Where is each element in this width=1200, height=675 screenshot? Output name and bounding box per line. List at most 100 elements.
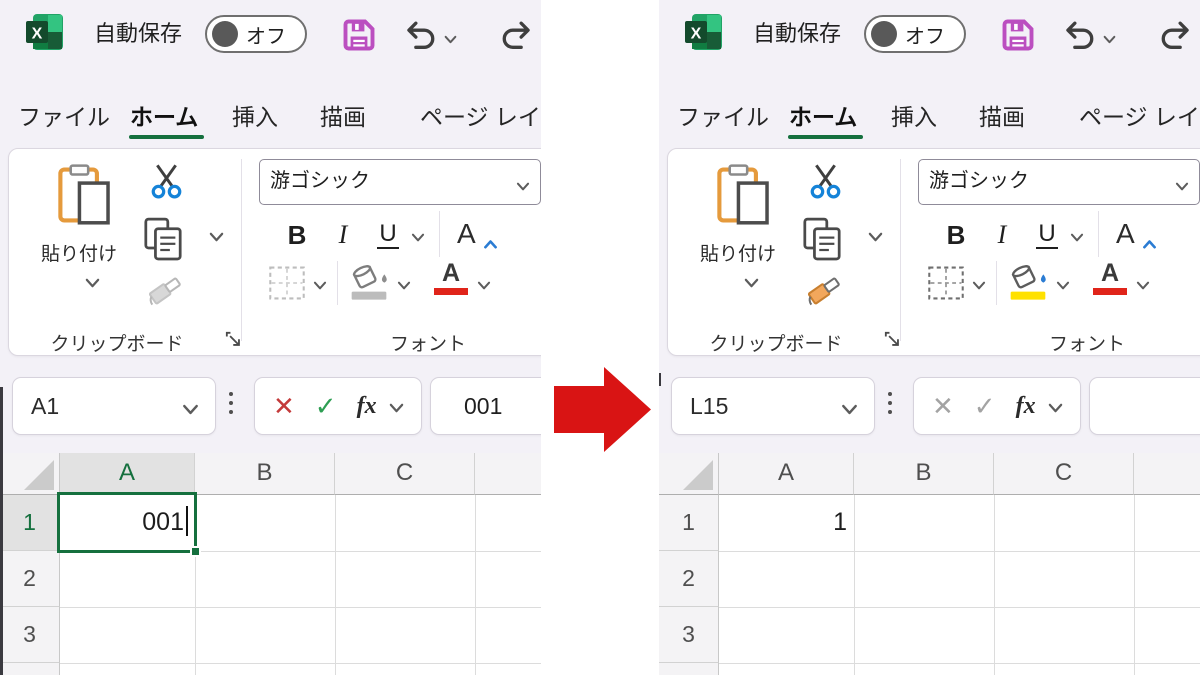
autosave-toggle[interactable]: オフ bbox=[205, 15, 307, 53]
tab-home[interactable]: ホーム bbox=[789, 96, 857, 138]
insert-function-button[interactable]: fx bbox=[1016, 393, 1036, 420]
font-color-dropdown-chevron-icon[interactable] bbox=[1136, 277, 1150, 295]
clipboard-dialog-launcher-icon[interactable] bbox=[225, 331, 242, 353]
font-name-select[interactable]: 游ゴシック bbox=[259, 159, 541, 205]
gridline bbox=[1134, 495, 1135, 675]
italic-button[interactable]: I bbox=[982, 213, 1022, 257]
italic-button[interactable]: I bbox=[323, 213, 363, 257]
fill-color-button[interactable] bbox=[347, 261, 391, 306]
cancel-button[interactable]: ✕ bbox=[273, 391, 295, 422]
enter-button[interactable]: ✓ bbox=[315, 391, 337, 422]
tab-page-layout[interactable]: ページ レイアウト bbox=[1079, 96, 1200, 138]
fill-color-dropdown-chevron-icon[interactable] bbox=[397, 277, 411, 295]
row-header-2[interactable]: 2 bbox=[659, 551, 719, 607]
underline-button[interactable]: U bbox=[365, 213, 411, 257]
name-box[interactable]: A1 bbox=[12, 377, 216, 435]
grow-font-letter: A bbox=[457, 218, 476, 249]
bold-button[interactable]: B bbox=[275, 213, 319, 257]
name-box[interactable]: L15 bbox=[671, 377, 875, 435]
svg-text:X: X bbox=[691, 26, 702, 43]
select-all-corner[interactable] bbox=[659, 453, 719, 495]
tab-file[interactable]: ファイル bbox=[677, 96, 769, 138]
borders-dropdown-chevron-icon[interactable] bbox=[313, 277, 327, 295]
row-header-3[interactable]: 3 bbox=[0, 607, 60, 663]
column-header-a[interactable]: A bbox=[719, 453, 854, 495]
toggle-knob-icon bbox=[212, 21, 238, 47]
bold-button[interactable]: B bbox=[934, 213, 978, 257]
insert-function-button[interactable]: fx bbox=[357, 393, 377, 420]
fill-color-dropdown-chevron-icon[interactable] bbox=[1056, 277, 1070, 295]
formula-bar-input[interactable] bbox=[1089, 377, 1200, 435]
tab-draw[interactable]: 描画 bbox=[979, 96, 1025, 138]
select-all-corner[interactable] bbox=[0, 453, 60, 495]
row-header-3[interactable]: 3 bbox=[659, 607, 719, 663]
formula-bar-splitter-icon[interactable] bbox=[888, 392, 892, 414]
enter-button[interactable]: ✓ bbox=[974, 391, 996, 422]
cut-button[interactable] bbox=[151, 163, 182, 205]
row-header-1[interactable]: 1 bbox=[0, 495, 60, 551]
copy-button[interactable] bbox=[143, 217, 183, 266]
row-header-2[interactable]: 2 bbox=[0, 551, 60, 607]
redo-button[interactable] bbox=[499, 17, 535, 53]
underline-dropdown-chevron-icon[interactable] bbox=[1070, 229, 1084, 247]
font-color-button[interactable]: A bbox=[1088, 259, 1132, 303]
tab-insert[interactable]: 挿入 bbox=[232, 96, 278, 138]
tab-draw[interactable]: 描画 bbox=[320, 96, 366, 138]
grow-font-button[interactable]: A bbox=[1110, 211, 1162, 257]
format-painter-button[interactable] bbox=[804, 269, 851, 312]
formula-bar-input[interactable]: 001 bbox=[430, 377, 541, 435]
borders-dropdown-chevron-icon[interactable] bbox=[972, 277, 986, 295]
undo-dropdown-chevron-icon[interactable] bbox=[1103, 31, 1116, 49]
column-header-b[interactable]: B bbox=[854, 453, 994, 495]
save-button[interactable] bbox=[341, 16, 377, 54]
paste-dropdown-chevron-icon[interactable] bbox=[744, 275, 759, 293]
undo-button[interactable] bbox=[1061, 17, 1097, 53]
underline-dropdown-chevron-icon[interactable] bbox=[411, 229, 425, 247]
fill-handle[interactable] bbox=[190, 546, 201, 557]
undo-button[interactable] bbox=[402, 17, 438, 53]
redo-button[interactable] bbox=[1158, 17, 1194, 53]
column-header-b[interactable]: B bbox=[195, 453, 335, 495]
tab-insert[interactable]: 挿入 bbox=[891, 96, 937, 138]
grow-font-button[interactable]: A bbox=[451, 211, 503, 257]
cell-a1[interactable]: 1 bbox=[719, 495, 854, 551]
borders-button[interactable] bbox=[926, 265, 966, 306]
format-painter-button[interactable] bbox=[145, 269, 192, 312]
tab-page-layout[interactable]: ページ レイアウト bbox=[420, 96, 541, 138]
column-header-c[interactable]: C bbox=[335, 453, 475, 495]
column-header-d-clipped[interactable] bbox=[475, 453, 541, 495]
function-chevron-icon[interactable] bbox=[1048, 400, 1063, 418]
font-name-select[interactable]: 游ゴシック bbox=[918, 159, 1200, 205]
font-color-dropdown-chevron-icon[interactable] bbox=[477, 277, 491, 295]
row-header-1[interactable]: 1 bbox=[659, 495, 719, 551]
fill-color-button[interactable] bbox=[1006, 261, 1050, 306]
redo-icon bbox=[1158, 17, 1194, 53]
tab-file[interactable]: ファイル bbox=[18, 96, 110, 138]
formula-bar-splitter-icon[interactable] bbox=[229, 392, 233, 414]
save-icon bbox=[1000, 16, 1036, 54]
clipboard-dialog-launcher-icon[interactable] bbox=[884, 331, 901, 353]
paste-button[interactable] bbox=[58, 162, 112, 233]
borders-button[interactable] bbox=[267, 265, 307, 306]
copy-dropdown-chevron-icon[interactable] bbox=[209, 229, 224, 247]
copy-dropdown-chevron-icon[interactable] bbox=[868, 229, 883, 247]
column-header-d-clipped[interactable] bbox=[1134, 453, 1200, 495]
function-chevron-icon[interactable] bbox=[389, 400, 404, 418]
tab-home[interactable]: ホーム bbox=[130, 96, 198, 138]
cancel-button[interactable]: ✕ bbox=[932, 391, 954, 422]
font-color-button[interactable]: A bbox=[429, 259, 473, 303]
copy-button[interactable] bbox=[802, 217, 842, 266]
worksheet-grid: A B C 1 2 3 4 1 bbox=[659, 453, 1200, 675]
paste-dropdown-chevron-icon[interactable] bbox=[85, 275, 100, 293]
autosave-toggle[interactable]: オフ bbox=[864, 15, 966, 53]
column-header-c[interactable]: C bbox=[994, 453, 1134, 495]
column-header-a[interactable]: A bbox=[60, 453, 195, 495]
row-header-4[interactable]: 4 bbox=[0, 663, 60, 675]
paste-button[interactable] bbox=[717, 162, 771, 233]
row-header-4[interactable]: 4 bbox=[659, 663, 719, 675]
undo-dropdown-chevron-icon[interactable] bbox=[444, 31, 457, 49]
svg-text:X: X bbox=[32, 26, 43, 43]
cut-button[interactable] bbox=[810, 163, 841, 205]
underline-button[interactable]: U bbox=[1024, 213, 1070, 257]
save-button[interactable] bbox=[1000, 16, 1036, 54]
